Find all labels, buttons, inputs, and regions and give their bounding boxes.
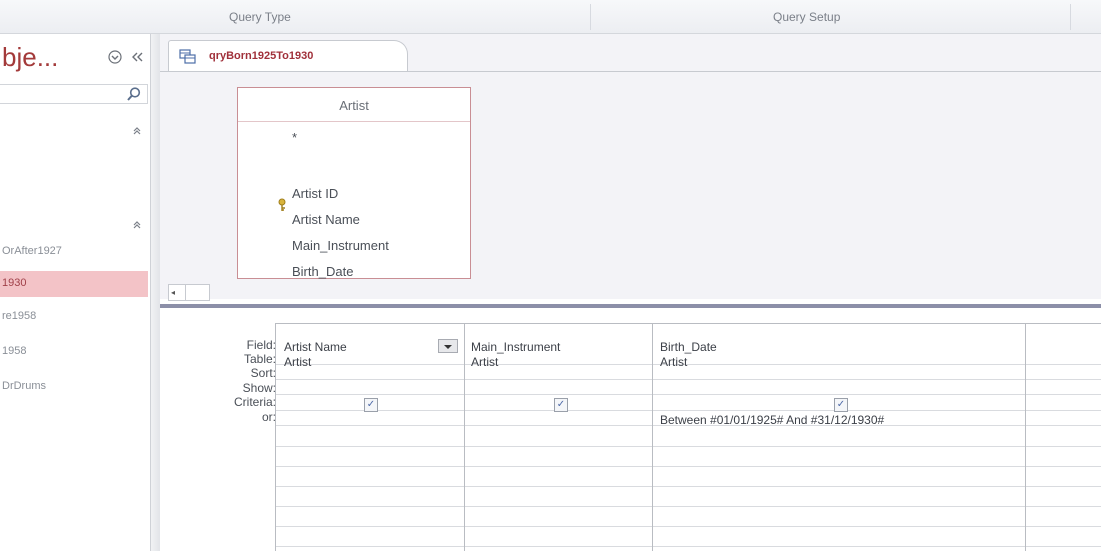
grid-line [276,446,1101,447]
primary-key-icon [276,198,288,212]
row-label-show: Show: [242,381,276,395]
navigation-pane: bje... OrAfter1927 1930 re1958 1958 DrDr… [0,34,160,551]
double-chevron-left-icon[interactable] [130,50,144,67]
tab-label: qryBorn1925To1930 [209,50,314,62]
ribbon-separator [1070,4,1071,30]
grid-line [276,546,1101,547]
scroll-left-icon[interactable]: ◂ [171,288,175,297]
nav-pane-splitter[interactable] [150,34,160,551]
grid-line [276,394,1101,395]
search-icon[interactable] [126,86,142,102]
field-list-artist[interactable]: Artist * Artist ID Artist Name Main_Inst… [237,87,471,279]
collapse-group-icon[interactable] [132,126,142,139]
grid-column-divider [464,324,465,551]
grid-line [276,364,1101,365]
field-cell[interactable]: Main_Instrument [471,340,560,354]
grid-column-divider [1025,324,1026,551]
row-label-field: Field: [246,338,276,352]
table-cell[interactable]: Artist [471,355,498,369]
field-list-item[interactable]: Main_Instrument [292,238,389,253]
collapse-group-icon[interactable] [132,220,142,233]
tab-qryBorn1925To1930[interactable]: qryBorn1925To1930 [168,40,408,72]
row-label-sort: Sort: [250,366,276,380]
field-list-item-all[interactable]: * [292,130,297,145]
ribbon-separator [590,4,591,30]
query-design-table-pane: qryBorn1925To1930 Artist * Artist ID Art… [160,34,1101,301]
grid-line [276,410,1101,411]
show-checkbox[interactable]: ✓ [364,398,378,412]
criteria-cell[interactable]: Between #01/01/1925# And #31/12/1930# [660,413,884,427]
row-label-criteria: Criteria: [233,395,276,409]
field-cell[interactable]: Birth_Date [660,340,717,354]
show-checkbox[interactable]: ✓ [554,398,568,412]
horizontal-scrollbar[interactable]: ◂ [168,284,210,301]
design-grid-cells: Artist Name Artist ✓ Main_Instrument Art… [275,323,1101,551]
grid-line [276,466,1101,467]
grid-line [276,486,1101,487]
query-design-grid: Field: Table: Sort: Show: Criteria: or: … [160,308,1101,551]
grid-line [276,506,1101,507]
table-cell[interactable]: Artist [660,355,687,369]
grid-line [276,526,1101,527]
nav-item-query[interactable]: OrAfter1927 [0,239,148,265]
grid-column-divider [652,324,653,551]
tab-underline [160,71,1101,72]
ribbon-group-labels: Query Type Query Setup [0,0,1101,34]
field-list-item[interactable]: Birth_Date [292,264,353,279]
query-icon [179,48,197,66]
ribbon-group-query-type: Query Type [229,10,291,24]
scroll-divider [185,285,186,300]
nav-item-query[interactable]: 1958 [0,339,148,365]
field-list-title[interactable]: Artist [238,88,470,122]
field-cell[interactable]: Artist Name [284,340,347,354]
nav-item-query[interactable]: DrDrums [0,374,148,400]
grid-line [276,379,1101,380]
row-label-table: Table: [243,352,276,366]
circle-chevron-icon[interactable] [108,50,122,67]
nav-item-query[interactable]: re1958 [0,304,148,330]
show-checkbox[interactable]: ✓ [834,398,848,412]
chevron-down-icon[interactable] [438,339,458,353]
nav-item-query-selected[interactable]: 1930 [0,271,148,297]
ribbon-group-query-setup: Query Setup [773,10,841,24]
nav-pane-title[interactable]: bje... [2,42,58,73]
row-label-or: or: [261,410,276,424]
field-list-item[interactable]: Artist Name [292,212,360,227]
table-cell[interactable]: Artist [284,355,311,369]
field-list-item[interactable]: Artist ID [292,186,338,201]
